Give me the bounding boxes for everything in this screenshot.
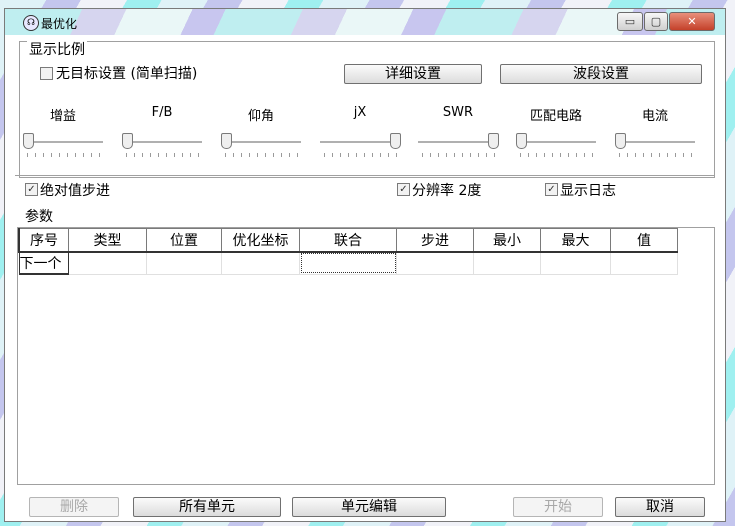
slider-label: 仰角: [247, 109, 274, 124]
col-header-type[interactable]: 类型: [68, 228, 147, 253]
col-header-index[interactable]: 序号: [18, 228, 69, 253]
slider-track[interactable]: [516, 141, 596, 144]
table-cell[interactable]: [396, 251, 474, 275]
app-icon: ☊: [23, 15, 39, 31]
slider-label: SWR: [442, 105, 474, 120]
slider-label: F/B: [151, 105, 173, 120]
unit-edit-button[interactable]: 单元编辑: [292, 497, 446, 517]
slider-label: 增益: [49, 109, 76, 124]
no-target-checkbox[interactable]: [40, 67, 53, 80]
absolute-step-checkbox[interactable]: ✓: [25, 183, 38, 196]
slider-ticks: [126, 153, 200, 157]
table-cell[interactable]: [221, 251, 300, 275]
slider-thumb[interactable]: [23, 133, 34, 149]
scale-group-label: 显示比例: [27, 39, 87, 59]
check-mark-icon: ✓: [547, 184, 556, 195]
slider-ticks: [619, 153, 693, 157]
slider-thumb[interactable]: [516, 133, 527, 149]
window-title: 最优化: [41, 17, 78, 31]
group-divider: [15, 175, 715, 176]
close-button[interactable]: ✕: [669, 12, 715, 31]
no-target-label: 无目标设置 (简单扫描): [56, 66, 198, 82]
show-log-checkbox[interactable]: ✓: [545, 183, 558, 196]
col-header-max[interactable]: 最大: [540, 228, 611, 253]
table-row[interactable]: 下一个: [18, 251, 678, 275]
maximize-button[interactable]: ▢: [644, 12, 668, 31]
show-log-label: 显示日志: [560, 183, 616, 199]
table-cell[interactable]: [473, 251, 541, 275]
slider-thumb[interactable]: [122, 133, 133, 149]
col-header-position[interactable]: 位置: [146, 228, 222, 253]
slider-ticks: [27, 153, 101, 157]
slider-label: 电流: [641, 109, 668, 124]
params-grid[interactable]: 序号 类型 位置 优化坐标 联合 步进 最小 最大 值 下一个: [17, 227, 715, 485]
slider-track[interactable]: [320, 141, 400, 144]
slider-ticks: [225, 153, 299, 157]
table-cell[interactable]: [540, 251, 611, 275]
slider-label: jX: [353, 105, 367, 120]
slider-ticks: [422, 153, 496, 157]
slider-track[interactable]: [122, 141, 202, 144]
col-header-opt-coord[interactable]: 优化坐标: [221, 228, 300, 253]
detail-settings-button[interactable]: 详细设置: [344, 64, 482, 84]
check-mark-icon: ✓: [27, 184, 36, 195]
slider-thumb[interactable]: [221, 133, 232, 149]
optimize-window: ☊ 最优化 ▭ ▢ ✕ 显示比例 无目标设置 (简单扫描) 详细设置 波段设置 …: [4, 8, 726, 522]
table-cell[interactable]: [68, 251, 147, 275]
params-label: 参数: [25, 209, 53, 225]
check-mark-icon: ✓: [399, 184, 408, 195]
slider-label: 匹配电路: [529, 109, 582, 124]
col-header-min[interactable]: 最小: [473, 228, 541, 253]
row-header-cell[interactable]: 下一个: [18, 251, 69, 275]
client-area: 显示比例 无目标设置 (简单扫描) 详细设置 波段设置 增益 F/B 仰角 jX SWR…: [15, 35, 715, 517]
slider-thumb[interactable]: [390, 133, 401, 149]
absolute-step-label: 绝对值步进: [40, 183, 110, 199]
slider-ticks: [520, 153, 594, 157]
slider-track[interactable]: [221, 141, 301, 144]
table-cell[interactable]: [610, 251, 678, 275]
resolution-label: 分辨率 2度: [412, 183, 482, 199]
cancel-button[interactable]: 取消: [615, 497, 705, 517]
col-header-step[interactable]: 步进: [396, 228, 474, 253]
slider-thumb[interactable]: [615, 133, 626, 149]
table-cell[interactable]: [146, 251, 222, 275]
slider-thumb[interactable]: [488, 133, 499, 149]
start-button[interactable]: 开始: [513, 497, 603, 517]
slider-track[interactable]: [615, 141, 695, 144]
delete-button[interactable]: 删除: [29, 497, 119, 517]
col-header-joint[interactable]: 联合: [299, 228, 397, 253]
slider-track[interactable]: [23, 141, 103, 144]
title-bar[interactable]: ☊ 最优化 ▭ ▢ ✕: [5, 9, 725, 35]
slider-ticks: [324, 153, 398, 157]
minimize-button[interactable]: ▭: [617, 12, 643, 31]
slider-track[interactable]: [418, 141, 498, 144]
resolution-checkbox[interactable]: ✓: [397, 183, 410, 196]
all-units-button[interactable]: 所有单元: [133, 497, 281, 517]
band-settings-button[interactable]: 波段设置: [500, 64, 702, 84]
col-header-value[interactable]: 值: [610, 228, 678, 253]
params-table: 序号 类型 位置 优化坐标 联合 步进 最小 最大 值 下一个: [18, 228, 678, 275]
table-cell-focused[interactable]: [299, 251, 397, 275]
